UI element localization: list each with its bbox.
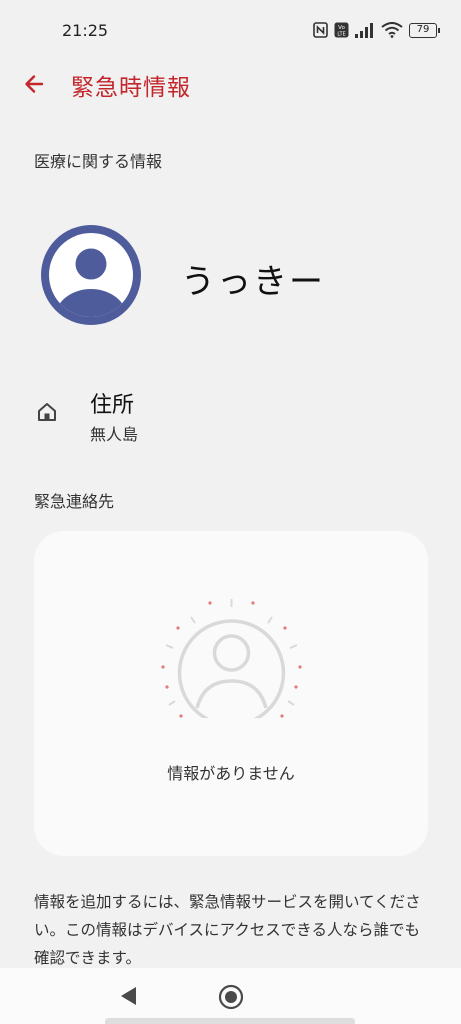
volte-icon: Vo LTE xyxy=(334,22,349,38)
volte-label-lte: LTE xyxy=(337,32,345,38)
wifi-icon xyxy=(381,22,403,38)
page-title: 緊急時情報 xyxy=(71,75,191,101)
gesture-handle[interactable] xyxy=(105,1018,355,1024)
status-time: 21:25 xyxy=(62,21,109,40)
emergency-contacts-empty-card: 情報がありません xyxy=(34,531,428,856)
address-row[interactable]: 住所 無人島 xyxy=(34,385,434,445)
avatar[interactable] xyxy=(41,225,141,325)
contacts-section-label: 緊急連絡先 xyxy=(34,492,115,511)
volte-label-vo: Vo xyxy=(338,25,345,31)
empty-state-text: 情報がありません xyxy=(167,764,295,783)
home-circle-icon[interactable] xyxy=(218,984,244,1010)
battery-icon: 79 xyxy=(409,22,440,38)
medical-section-label: 医療に関する情報 xyxy=(34,152,163,171)
info-description: 情報を追加するには、緊急情報サービスを開いてください。この情報はデバイスにアクセ… xyxy=(34,893,421,967)
back-button[interactable] xyxy=(18,68,50,100)
arrow-left-icon xyxy=(25,75,44,93)
status-icons: Vo LTE 79 xyxy=(313,22,440,38)
person-avatar-icon xyxy=(41,225,141,325)
empty-contact-illustration-icon xyxy=(161,599,302,718)
owner-name: うっきー xyxy=(181,262,325,302)
nfc-icon xyxy=(313,22,328,38)
address-value: 無人島 xyxy=(90,425,139,444)
app-bar: 緊急時情報 xyxy=(0,58,461,114)
back-triangle-icon[interactable] xyxy=(118,984,140,1008)
navigation-bar xyxy=(0,968,461,1024)
address-label: 住所 xyxy=(90,393,135,418)
signal-icon xyxy=(355,22,375,38)
status-bar: 21:25 Vo LTE 79 xyxy=(0,0,461,58)
home-icon xyxy=(38,403,56,421)
